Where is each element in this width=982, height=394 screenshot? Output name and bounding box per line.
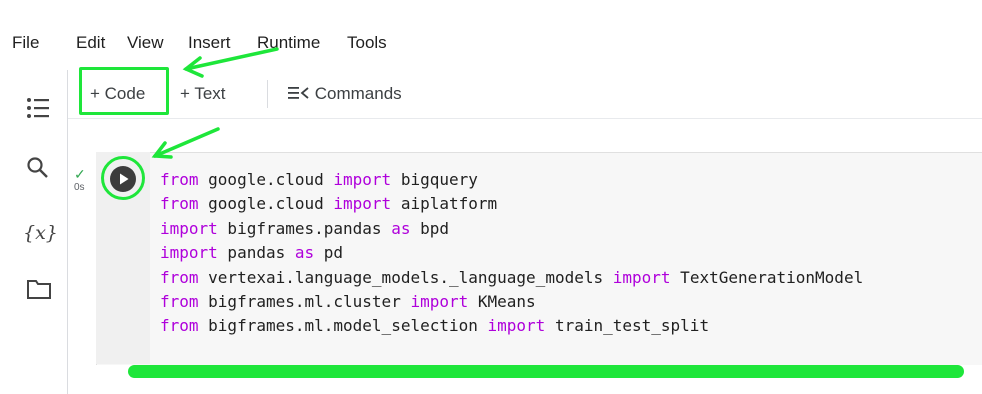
commands-icon [288, 87, 309, 99]
add-text-button[interactable]: + Text [180, 84, 226, 104]
menu-tools[interactable]: Tools [347, 33, 387, 53]
code-keyword: from [160, 170, 199, 189]
search-icon[interactable] [26, 156, 50, 180]
code-line: from google.cloud import bigquery [160, 168, 863, 192]
exec-status-check-icon: ✓ [74, 166, 86, 182]
code-line: from google.cloud import aiplatform [160, 192, 863, 216]
annotation-underline [128, 365, 964, 378]
menu-view[interactable]: View [127, 33, 164, 53]
code-editor[interactable]: from google.cloud import bigquery from go… [160, 168, 863, 339]
code-text: google.cloud [198, 194, 334, 214]
toc-icon[interactable] [26, 97, 50, 119]
code-line: from vertexai.language_models._language_… [160, 266, 863, 290]
variables-icon[interactable]: {x} [23, 222, 58, 244]
code-keyword: from [160, 292, 199, 312]
exec-time: 0s [74, 182, 85, 193]
folder-icon[interactable] [26, 278, 52, 300]
run-cell-button[interactable] [110, 166, 136, 192]
code-text: pd [314, 243, 344, 263]
code-text: KMeans [468, 292, 536, 312]
code-text: vertexai.language_models._language_model… [198, 267, 613, 287]
play-icon [120, 173, 129, 185]
code-text: bigframes.ml.cluster [198, 292, 411, 312]
code-text: bpd [410, 218, 449, 238]
code-text: train_test_split [545, 316, 710, 336]
toolbar-divider [267, 80, 268, 108]
menu-runtime[interactable]: Runtime [257, 33, 320, 53]
code-keyword: import [612, 267, 671, 287]
code-keyword: from [160, 316, 199, 336]
code-keyword: import [487, 316, 546, 336]
code-button-highlight [79, 67, 169, 115]
code-text: bigframes.ml.model_selection [198, 316, 488, 336]
code-line: import pandas as pd [160, 241, 863, 265]
commands-label: Commands [314, 84, 402, 103]
commands-button[interactable]: Commands [288, 84, 402, 104]
code-keyword: from [160, 194, 199, 214]
code-keyword: import [410, 292, 469, 312]
code-text: bigquery [391, 170, 478, 189]
code-keyword: import [333, 170, 392, 189]
code-keyword: import [160, 218, 218, 238]
menu-edit[interactable]: Edit [76, 33, 105, 53]
code-text: pandas [217, 243, 295, 263]
code-text: TextGenerationModel [670, 267, 864, 287]
code-text: aiplatform [391, 194, 498, 214]
code-text: bigframes.pandas [217, 218, 392, 238]
notebook-toolbar: + Code + Text Commands [68, 70, 982, 119]
code-keyword: from [160, 267, 199, 287]
code-keyword: import [160, 243, 218, 263]
code-keyword: import [333, 194, 392, 214]
code-line: from bigframes.ml.cluster import KMeans [160, 290, 863, 314]
code-line: from bigframes.ml.model_selection import… [160, 314, 863, 338]
code-line: import bigframes.pandas as bpd [160, 217, 863, 241]
code-keyword: as [391, 218, 411, 238]
code-keyword: as [294, 243, 315, 263]
code-text: google.cloud [198, 170, 334, 189]
menu-file[interactable]: File [12, 33, 39, 53]
toolbar-separator [68, 118, 982, 119]
menu-insert[interactable]: Insert [188, 33, 231, 53]
left-sidebar: {x} [0, 70, 68, 394]
